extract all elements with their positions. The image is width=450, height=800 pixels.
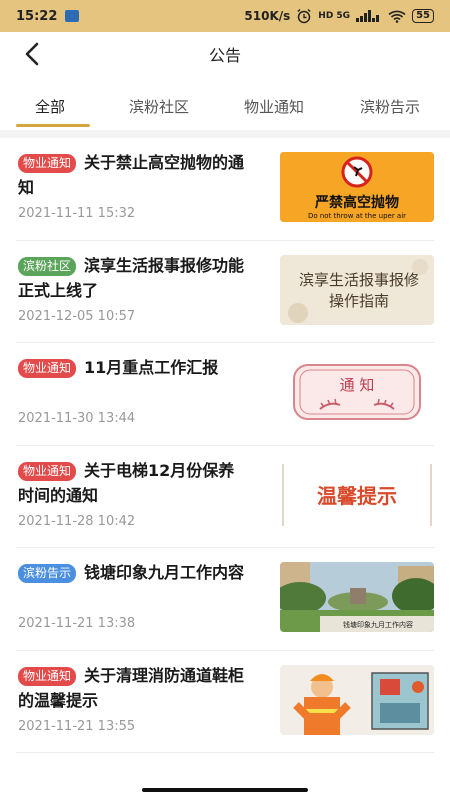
firefighter-illustration <box>280 664 434 735</box>
list-item[interactable]: 物业通知 关于清理消防通道鞋柜的温馨提示 2021-11-21 13:55 <box>16 651 434 753</box>
thumb-text-line1: 滨享生活报事报修 <box>299 271 419 289</box>
item-thumbnail: 严禁高空抛物 Do not throw at the uper air <box>280 152 434 222</box>
thumb-text-line1: 严禁高空抛物 <box>314 194 399 211</box>
list-item[interactable]: 物业通知 11月重点工作汇报 2021-11-30 13:44 通 知 <box>16 343 434 446</box>
tab-bar: 全部 滨粉社区 物业通知 滨粉告示 <box>0 88 450 128</box>
alarm-icon <box>297 8 311 24</box>
tab-property-notice[interactable]: 物业通知 <box>244 96 304 117</box>
item-title-block: 物业通知 11月重点工作汇报 <box>18 355 248 380</box>
tab-bulletin[interactable]: 滨粉告示 <box>360 96 420 117</box>
category-tag: 物业通知 <box>18 359 77 378</box>
item-title-block: 滨粉社区 滨享生活报事报修功能正式上线了 <box>18 253 248 303</box>
thumb-text-line1: 温馨提示 <box>317 484 397 508</box>
home-indicator[interactable] <box>142 788 308 792</box>
notice-banner-image: 通 知 <box>280 357 434 427</box>
category-tag: 滨粉社区 <box>18 256 77 276</box>
no-throw-sign-image: 严禁高空抛物 Do not throw at the uper air <box>280 152 434 222</box>
wifi-icon <box>388 10 406 23</box>
item-date: 2021-11-28 10:42 <box>18 513 136 529</box>
battery-indicator: 55 <box>412 9 434 23</box>
item-thumbnail: 温馨提示 <box>280 459 434 530</box>
status-right: 510K/s HD 5G 55 <box>244 8 434 24</box>
item-title: 钱塘印象九月工作内容 <box>84 563 245 582</box>
signal-icon <box>356 10 380 22</box>
header-bar: 公告 <box>0 32 450 76</box>
warm-tip-image: 温馨提示 <box>280 459 434 530</box>
list-item[interactable]: 滨粉社区 滨享生活报事报修功能正式上线了 2021-12-05 10:57 滨享生… <box>16 241 434 343</box>
thumb-text-line2: Do not throw at the uper air <box>308 212 406 220</box>
item-title-block: 物业通知 关于电梯12月份保养时间的通知 <box>18 458 248 508</box>
page-title: 公告 <box>208 46 241 65</box>
tab-community[interactable]: 滨粉社区 <box>129 96 189 117</box>
list-item[interactable]: 物业通知 关于电梯12月份保养时间的通知 2021-11-28 10:42 温馨提… <box>16 446 434 548</box>
item-date: 2021-11-21 13:38 <box>18 616 136 631</box>
tab-active-indicator <box>16 124 90 127</box>
list-item[interactable]: 滨粉告示 钱塘印象九月工作内容 2021-11-21 13:38 钱塘印象九月工作… <box>16 548 434 651</box>
item-title-block: 物业通知 关于禁止高空抛物的通知 <box>18 150 248 200</box>
category-tag: 滨粉告示 <box>18 564 77 583</box>
chevron-left-icon <box>25 42 39 66</box>
item-title-block: 滨粉告示 钱塘印象九月工作内容 <box>18 560 248 585</box>
community-garden-photo: 钱塘印象九月工作内容 <box>280 562 434 632</box>
thumb-text-line1: 钱塘印象九月工作内容 <box>343 620 413 629</box>
item-date: 2021-12-05 10:57 <box>18 308 136 324</box>
item-thumbnail: 通 知 <box>280 357 434 427</box>
announcement-list: 物业通知 关于禁止高空抛物的通知 2021-11-11 15:32 严禁高空抛物 … <box>0 138 450 753</box>
status-time: 15:22 <box>16 8 58 24</box>
category-tag: 物业通知 <box>18 154 77 173</box>
item-date: 2021-11-11 15:32 <box>18 206 136 221</box>
thumb-text-line1: 通 知 <box>340 376 375 394</box>
item-date: 2021-11-21 13:55 <box>18 718 136 734</box>
item-title-block: 物业通知 关于清理消防通道鞋柜的温馨提示 <box>18 663 248 713</box>
item-date: 2021-11-30 13:44 <box>18 411 136 426</box>
repair-guide-image: 滨享生活报事报修 操作指南 <box>280 254 434 325</box>
app-notification-icon <box>65 10 80 22</box>
category-tag: 物业通知 <box>18 461 77 481</box>
network-speed: 510K/s <box>244 9 291 23</box>
category-tag: 物业通知 <box>18 666 77 686</box>
tab-all[interactable]: 全部 <box>35 96 65 117</box>
back-button[interactable] <box>18 40 46 68</box>
item-title: 11月重点工作汇报 <box>84 358 219 377</box>
item-thumbnail <box>280 664 434 735</box>
item-thumbnail: 滨享生活报事报修 操作指南 <box>280 254 434 325</box>
status-bar: 15:22 510K/s HD 5G 55 <box>0 0 450 32</box>
section-divider <box>0 130 450 138</box>
signal-label: HD 5G <box>318 11 351 21</box>
list-item[interactable]: 物业通知 关于禁止高空抛物的通知 2021-11-11 15:32 严禁高空抛物 … <box>16 138 434 241</box>
item-thumbnail: 钱塘印象九月工作内容 <box>280 562 434 632</box>
thumb-text-line2: 操作指南 <box>329 292 389 310</box>
